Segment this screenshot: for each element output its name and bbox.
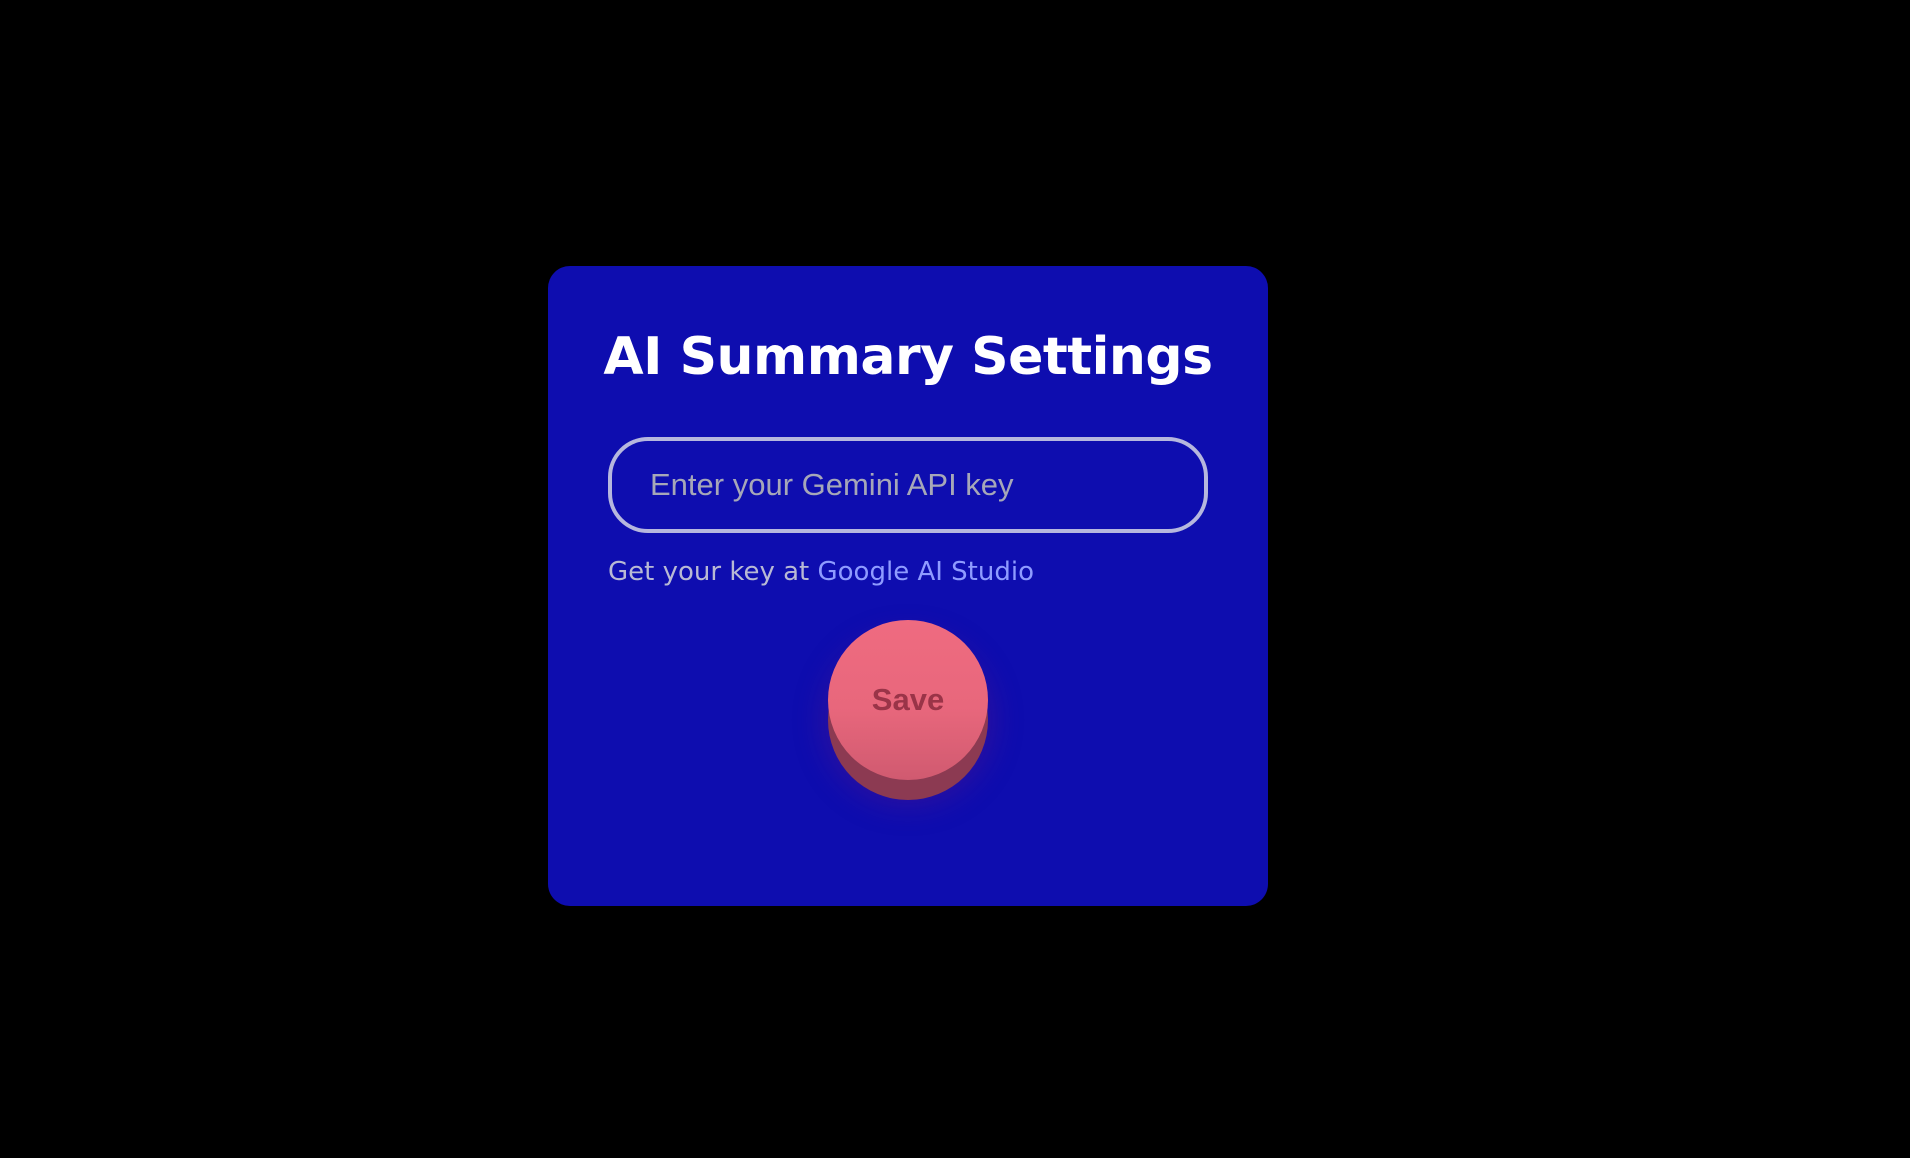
page-title: AI Summary Settings bbox=[603, 327, 1213, 387]
api-key-input[interactable] bbox=[608, 437, 1208, 533]
help-text-prefix: Get your key at bbox=[608, 557, 818, 587]
save-button[interactable]: Save bbox=[828, 620, 988, 780]
settings-panel: AI Summary Settings Get your key at Goog… bbox=[548, 266, 1268, 906]
save-button-wrapper: Save bbox=[828, 620, 988, 800]
google-ai-studio-link[interactable]: Google AI Studio bbox=[818, 557, 1034, 587]
help-text: Get your key at Google AI Studio bbox=[608, 556, 1034, 590]
